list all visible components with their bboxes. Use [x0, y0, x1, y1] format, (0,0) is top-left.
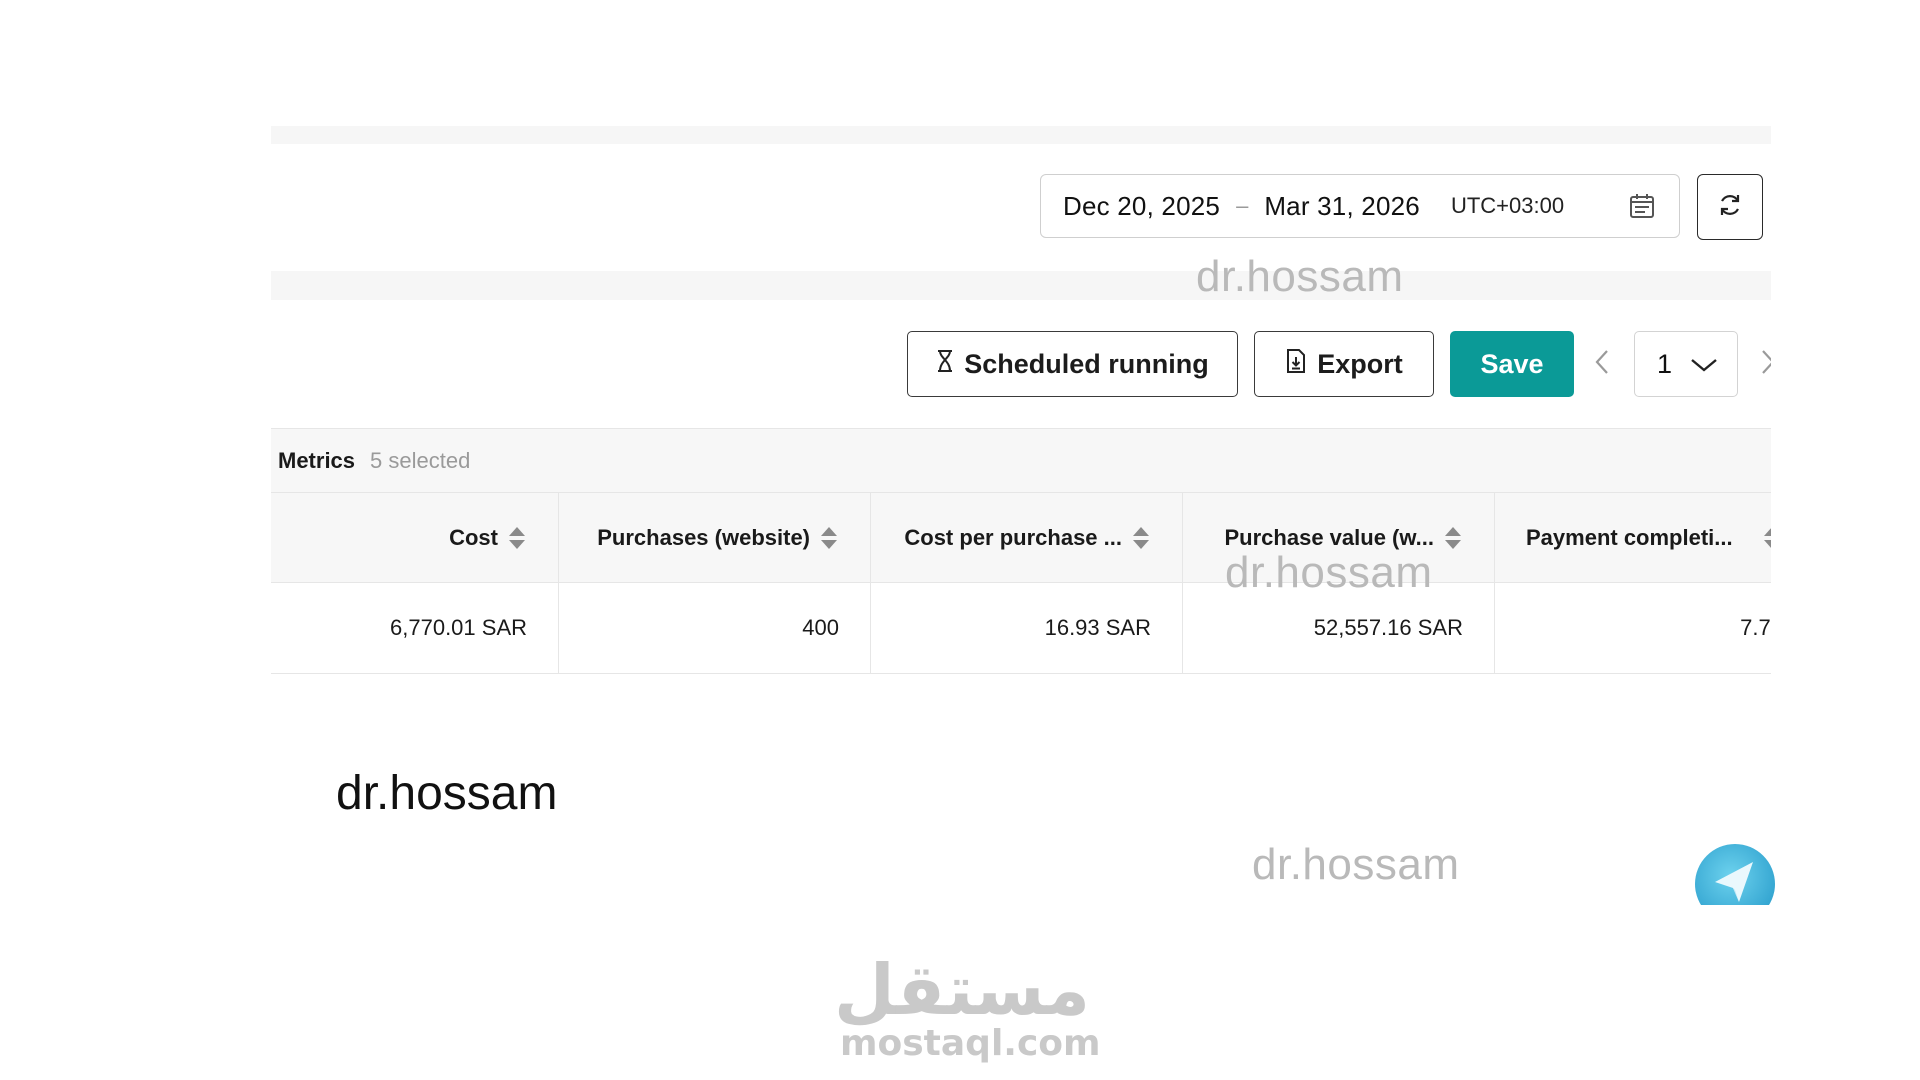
- logo-arabic-text: مستقل: [833, 949, 1090, 1031]
- previous-page-button[interactable]: [1587, 344, 1617, 384]
- cell-value: 7.76: [1740, 615, 1771, 640]
- next-page-button[interactable]: [1753, 344, 1771, 384]
- table-cell-cost: 6,770.01 SAR: [271, 583, 559, 673]
- cell-value: 16.93 SAR: [1044, 615, 1151, 640]
- end-date: Mar 31, 2026: [1264, 190, 1420, 221]
- table-cell-payment-completion: 7.76: [1495, 583, 1771, 673]
- cell-value: 6,770.01 SAR: [390, 615, 527, 640]
- export-label: Export: [1317, 348, 1403, 379]
- column-header-cost-per-purchase[interactable]: Cost per purchase ...: [871, 493, 1183, 582]
- timezone-label: UTC+03:00: [1450, 193, 1565, 218]
- cell-value: 52,557.16 SAR: [1313, 615, 1463, 640]
- column-header-label: Payment completi...: [1526, 524, 1733, 550]
- file-download-icon: [1285, 348, 1307, 381]
- refresh-button[interactable]: [1697, 174, 1763, 240]
- export-button[interactable]: Export: [1254, 331, 1434, 397]
- refresh-icon: [1717, 192, 1743, 223]
- table-cell-purchases: 400: [559, 583, 871, 673]
- column-header-label: Cost: [449, 524, 498, 550]
- sort-icon[interactable]: [1763, 525, 1771, 551]
- signature-text: dr.hossam: [336, 767, 558, 820]
- date-separator: –: [1236, 193, 1249, 218]
- chevron-down-icon: [1690, 349, 1718, 380]
- watermark-text: dr.hossam: [1252, 840, 1460, 889]
- watermark-text: dr.hossam: [1196, 252, 1404, 301]
- mostaql-logo: مستقل mostaql.com: [833, 949, 1101, 1070]
- scheduled-running-label: Scheduled running: [964, 348, 1209, 379]
- watermark-text: dr.hossam: [1225, 548, 1433, 597]
- sort-icon[interactable]: [508, 525, 526, 551]
- middle-band: [271, 271, 1771, 300]
- fab-clip: [1690, 905, 1790, 945]
- page-select[interactable]: 1: [1634, 331, 1738, 397]
- table-header-row: Cost Purchases (website) Cost per purcha…: [271, 492, 1771, 583]
- top-band: [271, 126, 1771, 144]
- chevron-left-icon: [1594, 348, 1610, 381]
- chevron-right-icon: [1760, 348, 1771, 381]
- column-header-purchases[interactable]: Purchases (website): [559, 493, 871, 582]
- column-header-label: Purchases (website): [597, 524, 810, 550]
- sort-icon[interactable]: [1132, 525, 1150, 551]
- table-cell-cost-per-purchase: 16.93 SAR: [871, 583, 1183, 673]
- current-page-value: 1: [1657, 348, 1673, 379]
- cell-value: 400: [802, 615, 839, 640]
- column-header-label: Cost per purchase ...: [904, 524, 1122, 550]
- column-header-payment-completion[interactable]: Payment completi...: [1495, 493, 1771, 582]
- sort-icon[interactable]: [1444, 525, 1462, 551]
- metrics-label: Metrics: [278, 447, 356, 473]
- logo-latin-text: mostaql.com: [840, 1023, 1101, 1064]
- sort-icon[interactable]: [820, 525, 838, 551]
- hourglass-icon: [936, 349, 954, 380]
- screenshot-canvas: Dec 20, 2025 – Mar 31, 2026 UTC+03:00 Sc…: [0, 0, 1920, 1080]
- metrics-bar[interactable]: Metrics 5 selected: [271, 428, 1771, 492]
- column-header-cost[interactable]: Cost: [271, 493, 559, 582]
- column-header-label: Purchase value (w...: [1224, 524, 1435, 550]
- scheduled-running-button[interactable]: Scheduled running: [907, 331, 1238, 397]
- metrics-selected-count: 5 selected: [370, 447, 471, 473]
- calendar-icon[interactable]: [1627, 191, 1657, 221]
- start-date: Dec 20, 2025: [1063, 190, 1221, 221]
- date-range-picker[interactable]: Dec 20, 2025 – Mar 31, 2026 UTC+03:00: [1040, 174, 1680, 238]
- save-button[interactable]: Save: [1450, 331, 1574, 397]
- table-row: 6,770.01 SAR 400 16.93 SAR 52,557.16 SAR…: [271, 583, 1771, 674]
- metrics-table: Cost Purchases (website) Cost per purcha…: [271, 492, 1771, 674]
